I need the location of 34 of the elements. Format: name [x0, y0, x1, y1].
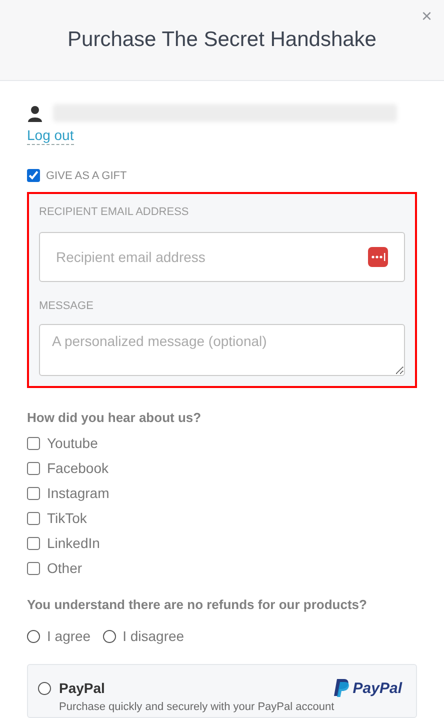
- dialog-title: Purchase The Secret Handshake: [68, 28, 376, 52]
- payment-description: Purchase quickly and securely with your PayPal account: [58, 701, 336, 713]
- checkbox[interactable]: [27, 536, 40, 550]
- field-label: MESSAGE: [39, 300, 94, 312]
- paypal-p-icon: [334, 679, 349, 697]
- logout-link[interactable]: Log out: [27, 127, 74, 145]
- checkbox[interactable]: [27, 436, 40, 450]
- user-icon: [27, 104, 43, 122]
- checkbox[interactable]: [27, 512, 40, 524]
- radio-button[interactable]: [27, 630, 40, 642]
- payment-name: PayPal: [59, 680, 105, 696]
- radio-button[interactable]: [38, 682, 51, 694]
- option-label: I agree: [47, 628, 91, 644]
- gift-checkbox[interactable]: [27, 169, 40, 182]
- checkbox[interactable]: [27, 562, 40, 574]
- option-label: TikTok: [47, 510, 87, 526]
- option-label: Other: [47, 560, 82, 576]
- option-label: LinkedIn: [47, 535, 100, 551]
- question-text: How did you hear about us?: [27, 410, 202, 425]
- checkbox[interactable]: [27, 486, 40, 500]
- checkbox[interactable]: [27, 462, 40, 474]
- message-field[interactable]: A personalized message (optional): [39, 324, 405, 376]
- radio-button[interactable]: [102, 630, 116, 642]
- option-label: Instagram: [47, 485, 110, 501]
- option-label: Facebook: [47, 460, 108, 476]
- question-text: You understand there are no refunds for our products?: [27, 597, 368, 612]
- gift-label: GIVE AS A GIFT: [46, 170, 127, 182]
- ellipsis-icon[interactable]: [368, 247, 388, 267]
- paypal-logo: PayPal: [352, 680, 402, 696]
- close-button[interactable]: ×: [419, 5, 434, 27]
- field-label: RECIPIENT EMAIL ADDRESS: [39, 206, 190, 218]
- email-field[interactable]: Recipient email address: [39, 232, 405, 282]
- option-label: Youtube: [47, 435, 98, 451]
- option-label: I disagree: [122, 628, 184, 644]
